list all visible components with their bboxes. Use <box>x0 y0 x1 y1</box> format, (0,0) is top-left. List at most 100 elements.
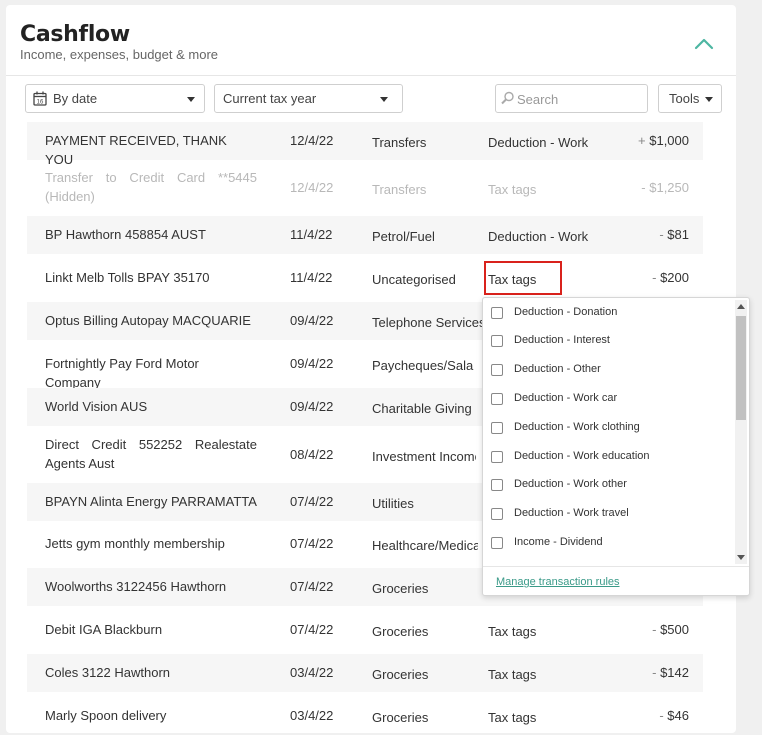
checkbox[interactable] <box>491 508 503 520</box>
table-row[interactable]: BP Hawthorn 458854 AUST 11/4/22 Petrol/F… <box>27 216 703 254</box>
tax-tag-dropdown: Deduction - Donation Deduction - Interes… <box>482 297 750 596</box>
amount-sign: - <box>659 227 664 242</box>
checkbox[interactable] <box>491 451 503 463</box>
calendar-icon: 16 <box>33 91 47 106</box>
transaction-description: Debit IGA Blackburn <box>45 622 163 637</box>
transaction-amount: - $142 <box>652 665 689 680</box>
transaction-category[interactable]: Transfers <box>372 135 426 150</box>
amount-value: $142 <box>660 665 689 680</box>
transaction-description: Direct Credit 552252 Realestate Agents A… <box>45 437 257 471</box>
transaction-description: BPAYN Alinta Energy PARRAMATTA <box>45 494 257 509</box>
transaction-date: 12/4/22 <box>290 180 334 195</box>
svg-text:16: 16 <box>37 100 44 106</box>
transaction-amount: - $46 <box>659 708 689 723</box>
chevron-down-icon <box>380 97 388 102</box>
transaction-tax-tag[interactable]: Tax tags <box>488 624 536 639</box>
transaction-category[interactable]: Paycheques/Salary <box>372 358 474 373</box>
transaction-description: Linkt Melb Tolls BPAY 35170 <box>45 270 210 285</box>
search-input[interactable]: Search <box>495 84 648 113</box>
transaction-date: 11/4/22 <box>290 270 333 285</box>
transaction-category[interactable]: Groceries <box>372 667 428 682</box>
table-row[interactable]: Transfer to Credit Card **5445 (Hidden) … <box>27 165 703 204</box>
transaction-description: PAYMENT RECEIVED, THANK YOU <box>45 133 227 167</box>
amount-value: $46 <box>667 708 689 723</box>
period-select[interactable]: Current tax year <box>214 84 403 113</box>
transaction-category[interactable]: Uncategorised <box>372 272 456 287</box>
date-sort-label: By date <box>53 91 98 106</box>
amount-sign: - <box>652 270 657 285</box>
transaction-description: Optus Billing Autopay MACQUARIE <box>45 313 251 328</box>
amount-sign: - <box>659 708 664 723</box>
dropdown-divider <box>483 566 749 567</box>
transaction-amount: + $1,000 <box>638 133 689 148</box>
table-row[interactable]: Linkt Melb Tolls BPAY 35170 11/4/22 Unca… <box>27 259 703 297</box>
amount-value: $81 <box>667 227 689 242</box>
transaction-tax-tag[interactable]: Deduction - Work <box>488 229 588 244</box>
checkbox[interactable] <box>491 422 503 434</box>
table-row[interactable]: Marly Spoon delivery 03/4/22 Groceries T… <box>27 697 703 735</box>
checkbox[interactable] <box>491 537 503 549</box>
transaction-amount: - $81 <box>659 227 689 242</box>
chevron-up-icon[interactable] <box>694 35 714 51</box>
chevron-down-icon <box>187 97 195 102</box>
transaction-category[interactable]: Transfers <box>372 182 426 197</box>
active-tax-tag-highlight <box>484 261 562 295</box>
table-row[interactable]: PAYMENT RECEIVED, THANK YOU 12/4/22 Tran… <box>27 122 703 167</box>
amount-sign: + <box>638 133 646 148</box>
chevron-down-icon <box>705 97 713 102</box>
header-divider <box>6 75 736 76</box>
page-title: Cashflow <box>20 22 130 47</box>
transaction-tax-tag[interactable]: Tax tags <box>488 182 536 197</box>
transaction-category[interactable]: Investment Income <box>372 449 476 464</box>
transaction-tax-tag[interactable]: Tax tags <box>488 667 536 682</box>
date-sort-select[interactable]: 16 By date <box>25 84 205 113</box>
dropdown-scrollbar[interactable] <box>735 300 747 564</box>
amount-sign: - <box>652 665 657 680</box>
manage-transaction-rules-link[interactable]: Manage transaction rules <box>496 576 620 588</box>
checkbox[interactable] <box>491 479 503 491</box>
transaction-tax-tag[interactable]: Tax tags <box>488 710 536 725</box>
amount-value: $1,000 <box>649 133 689 148</box>
transaction-date: 07/4/22 <box>290 579 334 594</box>
transaction-category[interactable]: Groceries <box>372 581 428 596</box>
checkbox[interactable] <box>491 335 503 347</box>
transaction-date: 07/4/22 <box>290 494 334 509</box>
transaction-date: 12/4/22 <box>290 133 334 148</box>
amount-sign: - <box>652 622 657 637</box>
transaction-description: Marly Spoon delivery <box>45 708 167 723</box>
page-subtitle: Income, expenses, budget & more <box>20 47 219 62</box>
search-icon <box>501 91 514 105</box>
table-row[interactable]: Coles 3122 Hawthorn 03/4/22 Groceries Ta… <box>27 654 703 692</box>
transaction-description: Transfer to Credit Card **5445 (Hidden) <box>45 170 257 204</box>
tools-button[interactable]: Tools <box>658 84 722 113</box>
amount-sign: - <box>641 180 646 195</box>
transaction-amount: - $200 <box>652 270 689 285</box>
transaction-tax-tag[interactable]: Deduction - Work <box>488 135 588 150</box>
transaction-date: 09/4/22 <box>290 313 334 328</box>
table-row[interactable]: Debit IGA Blackburn 07/4/22 Groceries Ta… <box>27 611 703 649</box>
transaction-category[interactable]: Groceries <box>372 710 428 725</box>
transaction-category[interactable]: Telephone Services <box>372 315 484 330</box>
transaction-description: Jetts gym monthly membership <box>45 536 225 551</box>
amount-value: $1,250 <box>649 180 689 195</box>
transaction-category[interactable]: Charitable Giving <box>372 401 484 416</box>
transaction-amount: - $500 <box>652 622 689 637</box>
transaction-category[interactable]: Groceries <box>372 624 428 639</box>
transaction-category[interactable]: Utilities <box>372 496 414 511</box>
transaction-date: 11/4/22 <box>290 227 333 242</box>
checkbox[interactable] <box>491 393 503 405</box>
transaction-category[interactable]: Petrol/Fuel <box>372 229 435 244</box>
checkbox[interactable] <box>491 307 503 319</box>
amount-value: $500 <box>660 622 689 637</box>
scrollbar-thumb[interactable] <box>736 316 746 420</box>
transaction-date: 03/4/22 <box>290 665 334 680</box>
transaction-description: BP Hawthorn 458854 AUST <box>45 227 206 242</box>
scroll-down-arrow-icon[interactable] <box>737 555 745 560</box>
transaction-description: Fortnightly Pay Ford Motor Company <box>45 356 199 390</box>
transaction-category[interactable]: Healthcare/Medical <box>372 538 478 553</box>
transaction-date: 07/4/22 <box>290 622 334 637</box>
transaction-date: 08/4/22 <box>290 447 334 462</box>
scroll-up-arrow-icon[interactable] <box>737 304 745 309</box>
checkbox[interactable] <box>491 364 503 376</box>
transaction-date: 03/4/22 <box>290 708 334 723</box>
